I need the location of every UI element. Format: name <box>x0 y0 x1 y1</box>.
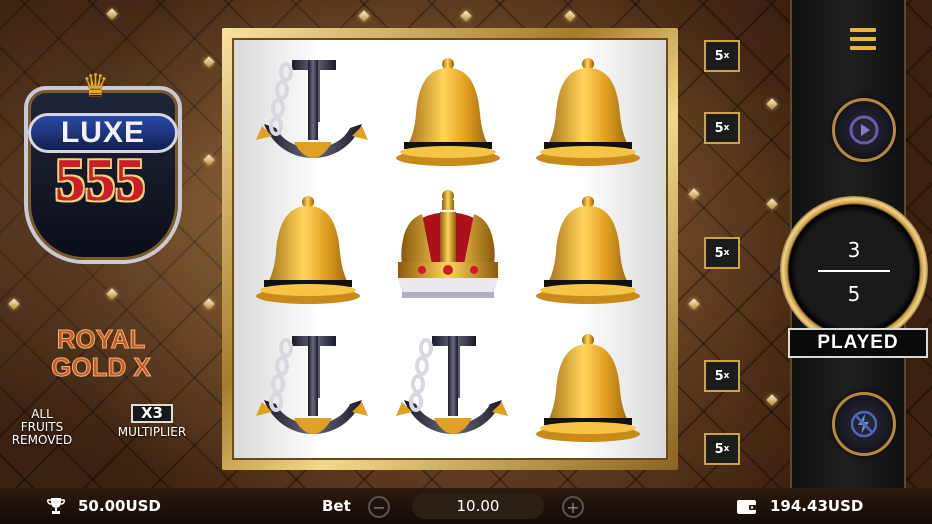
spins-total: 5 <box>847 282 861 306</box>
bell-symbol <box>522 184 654 316</box>
feature-title: ROYAL GOLD X <box>16 324 186 382</box>
stud <box>203 56 215 68</box>
stud <box>688 188 700 200</box>
autoplay-button[interactable] <box>832 98 896 162</box>
row-multiplier: 5x <box>704 112 740 144</box>
stud <box>766 98 778 110</box>
anchor-symbol <box>242 322 374 454</box>
row-multiplier: 5x <box>704 433 740 465</box>
stud <box>203 154 215 166</box>
trophy-icon <box>47 498 65 514</box>
play-icon <box>849 115 879 145</box>
win-display: 50.00USD <box>46 488 161 524</box>
feature-title-line1: ROYAL <box>56 324 146 354</box>
bet-value: 10.00 <box>412 493 544 519</box>
row-multiplier: 5x <box>704 237 740 269</box>
menu-icon[interactable] <box>850 28 876 52</box>
row-multiplier: 5x <box>704 360 740 392</box>
bell-symbol <box>382 46 514 178</box>
stud <box>688 298 700 310</box>
crown-icon: ♛ <box>82 68 109 103</box>
feature-left-line3: REMOVED <box>11 433 73 447</box>
stud <box>8 298 20 310</box>
stud <box>358 10 370 22</box>
feature-fruits-removed: ALL FRUITS REMOVED <box>4 408 80 447</box>
stud <box>106 288 118 300</box>
multiplier-badge: X3 <box>130 404 173 423</box>
bell-symbol <box>242 184 374 316</box>
stud <box>766 394 778 406</box>
spin-divider <box>818 270 890 272</box>
stud <box>460 10 472 22</box>
feature-multiplier: X3 MULTIPLIER <box>104 404 200 439</box>
reel-frame <box>222 28 678 470</box>
bet-increase-button[interactable]: + <box>562 496 584 518</box>
crown-symbol <box>382 184 514 316</box>
balance-display: 194.43USD <box>736 488 863 524</box>
no-turbo-icon <box>850 410 878 438</box>
row-multiplier: 5x <box>704 40 740 72</box>
game-logo: ♛ LUXE 555 <box>10 58 190 264</box>
spin-button[interactable]: 3 5 <box>780 196 928 344</box>
bell-symbol <box>522 46 654 178</box>
feature-title-line2: GOLD X <box>51 352 152 382</box>
balance-amount: 194.43USD <box>770 497 864 515</box>
stud <box>106 8 118 20</box>
turbo-button[interactable] <box>832 392 896 456</box>
stud <box>766 198 778 210</box>
played-label: PLAYED <box>788 328 928 358</box>
stud <box>564 10 576 22</box>
spins-played: 3 <box>847 238 861 262</box>
anchor-symbol <box>382 322 514 454</box>
bell-symbol <box>522 322 654 454</box>
bet-label: Bet <box>322 497 351 515</box>
bet-decrease-button[interactable]: − <box>368 496 390 518</box>
reel-grid <box>232 38 668 460</box>
win-amount: 50.00USD <box>78 497 161 515</box>
logo-word-bottom: 555 <box>55 147 145 213</box>
multiplier-label: MULTIPLIER <box>117 425 187 439</box>
stud <box>203 298 215 310</box>
anchor-symbol <box>242 46 374 178</box>
wallet-icon <box>737 500 757 514</box>
